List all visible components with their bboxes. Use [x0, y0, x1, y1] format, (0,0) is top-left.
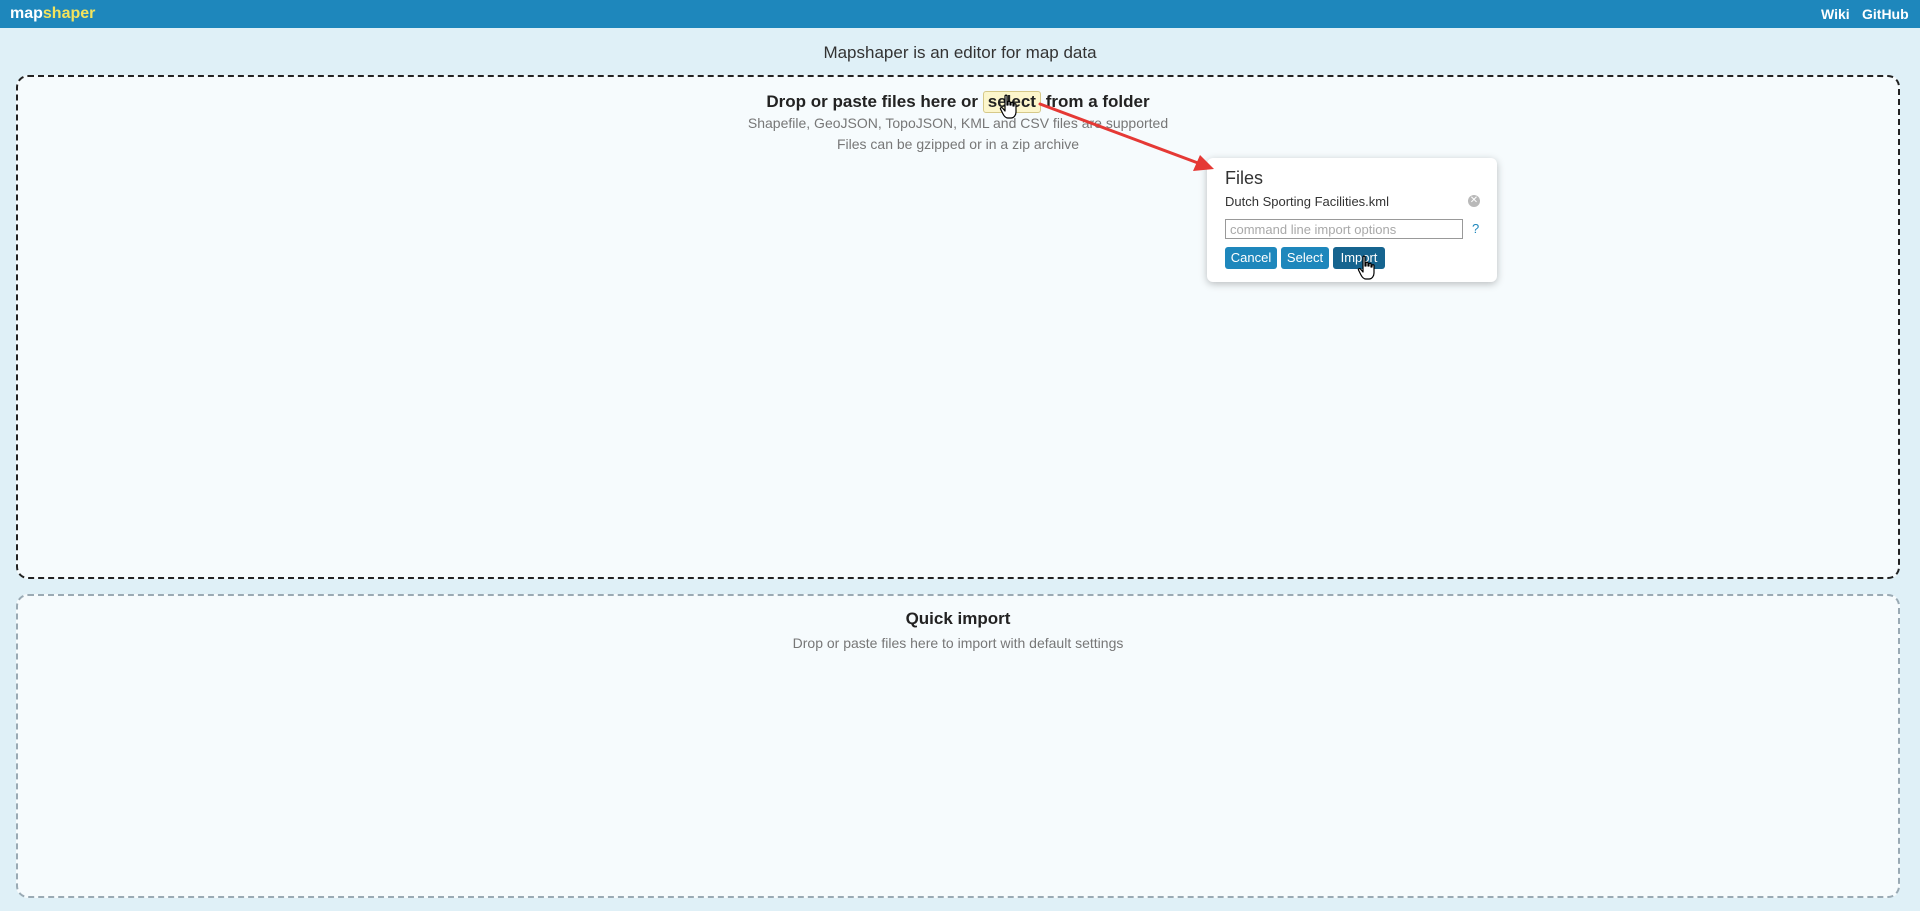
file-list-item: Dutch Sporting Facilities.kml — [1225, 194, 1389, 209]
drop-text-before: Drop or paste files here or — [766, 92, 979, 111]
import-options-input[interactable] — [1225, 219, 1463, 239]
drop-text-after: from a folder — [1045, 92, 1150, 111]
archive-note: Files can be gzipped or in a zip archive — [836, 136, 1080, 152]
files-import-dialog: Files Dutch Sporting Facilities.kml ✕ ? … — [1207, 158, 1497, 282]
logo-text-map: map — [10, 5, 43, 22]
select-button[interactable]: Select — [1281, 247, 1329, 269]
github-link[interactable]: GitHub — [1862, 6, 1909, 22]
supported-formats-note: Shapefile, GeoJSON, TopoJSON, KML and CS… — [747, 115, 1169, 131]
quick-import-zone[interactable]: Quick import Drop or paste files here to… — [16, 594, 1900, 898]
close-circle-icon[interactable]: ✕ — [1468, 195, 1480, 207]
drop-instructions: Drop or paste files here or select from … — [18, 91, 1898, 113]
wiki-link[interactable]: Wiki — [1821, 6, 1850, 22]
cancel-button[interactable]: Cancel — [1225, 247, 1277, 269]
file-drop-zone[interactable]: Drop or paste files here or select from … — [16, 75, 1900, 579]
top-bar: mapshaper Wiki GitHub — [0, 0, 1920, 28]
page-headline: Mapshaper is an editor for map data — [823, 43, 1097, 62]
files-dialog-title: Files — [1225, 168, 1264, 188]
app-logo[interactable]: mapshaper — [10, 5, 95, 23]
quick-import-subtitle: Drop or paste files here to import with … — [792, 635, 1124, 651]
quick-import-title: Quick import — [905, 609, 1011, 628]
import-button[interactable]: Import — [1333, 247, 1385, 269]
import-options-help-link[interactable]: ? — [1472, 221, 1479, 236]
select-files-link[interactable]: select — [982, 91, 1041, 113]
logo-text-shaper: shaper — [42, 5, 96, 22]
